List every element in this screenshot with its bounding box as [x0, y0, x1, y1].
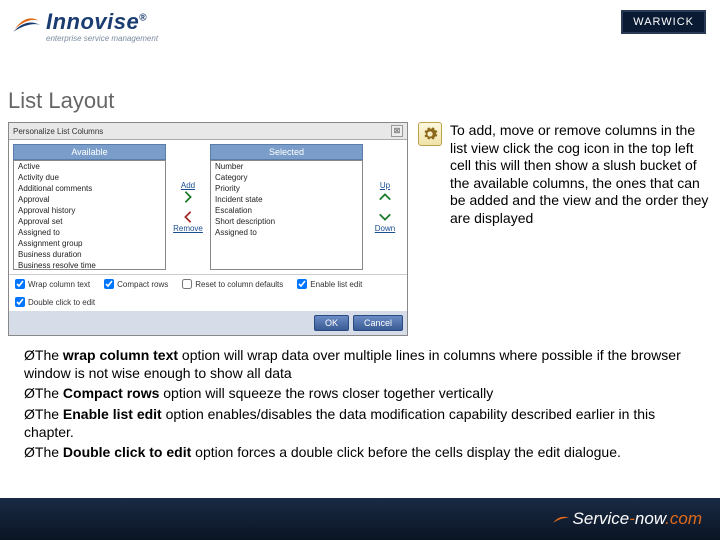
- reset-defaults-checkbox[interactable]: Reset to column defaults: [182, 279, 283, 289]
- brand-name: Innovise®: [46, 9, 147, 35]
- cancel-button[interactable]: Cancel: [353, 315, 403, 331]
- list-item[interactable]: Short description: [211, 216, 362, 227]
- compact-rows-checkbox[interactable]: Compact rows: [104, 279, 168, 289]
- tagline: enterprise service management: [46, 34, 708, 43]
- list-item[interactable]: Business duration: [14, 249, 165, 260]
- servicenow-logo: Service-now.com: [573, 509, 702, 529]
- brand-logo: Innovise®: [12, 8, 708, 36]
- dialog-footer: OK Cancel: [9, 311, 407, 335]
- list-item[interactable]: Number: [211, 161, 362, 172]
- chevron-left-icon: [181, 210, 195, 224]
- chevron-right-icon: [181, 190, 195, 204]
- warwick-badge: WARWICK: [621, 10, 706, 34]
- list-item[interactable]: Approval: [14, 194, 165, 205]
- double-click-edit-checkbox[interactable]: Double click to edit: [15, 297, 95, 307]
- side-panel: To add, move or remove columns in the li…: [418, 122, 712, 336]
- ok-button[interactable]: OK: [314, 315, 349, 331]
- close-icon[interactable]: ⊠: [391, 125, 403, 137]
- side-description: To add, move or remove columns in the li…: [450, 122, 712, 227]
- available-header: Available: [13, 144, 166, 160]
- list-item[interactable]: Escalation: [211, 205, 362, 216]
- bullet-1: ØThe wrap column text option will wrap d…: [24, 346, 696, 382]
- list-item[interactable]: Additional comments: [14, 183, 165, 194]
- list-item[interactable]: Activity due: [14, 172, 165, 183]
- gear-icon: [418, 122, 442, 146]
- list-item[interactable]: Category: [211, 172, 362, 183]
- list-item[interactable]: Priority: [211, 183, 362, 194]
- bullet-list: ØThe wrap column text option will wrap d…: [0, 336, 720, 473]
- swoosh-icon: [12, 8, 40, 36]
- bullet-4: ØThe Double click to edit option forces …: [24, 443, 696, 461]
- list-item[interactable]: Incident state: [211, 194, 362, 205]
- list-item[interactable]: Assigned to: [14, 227, 165, 238]
- list-item[interactable]: Assignment group: [14, 238, 165, 249]
- personalize-dialog: Personalize List Columns ⊠ Available Act…: [8, 122, 408, 336]
- list-item[interactable]: Approval history: [14, 205, 165, 216]
- list-item[interactable]: Business resolve time: [14, 260, 165, 270]
- page-title: List Layout: [0, 60, 720, 122]
- selected-listbox[interactable]: NumberCategoryPriorityIncident stateEsca…: [210, 160, 363, 270]
- list-item[interactable]: Approval set: [14, 216, 165, 227]
- dialog-titlebar: Personalize List Columns ⊠: [9, 123, 407, 140]
- up-button[interactable]: Up: [367, 181, 403, 204]
- swoosh-icon: [551, 509, 571, 529]
- list-item[interactable]: Active: [14, 161, 165, 172]
- bullet-3: ØThe Enable list edit option enables/dis…: [24, 405, 696, 441]
- down-button[interactable]: Down: [367, 210, 403, 233]
- dialog-options: Wrap column text Compact rows Reset to c…: [9, 274, 407, 311]
- list-item[interactable]: Assigned to: [211, 227, 362, 238]
- slide-header: Innovise® enterprise service management …: [0, 0, 720, 60]
- remove-button[interactable]: Remove: [170, 210, 206, 233]
- slide-footer: Service-now.com: [0, 498, 720, 540]
- selected-header: Selected: [210, 144, 363, 160]
- dialog-title-text: Personalize List Columns: [13, 127, 103, 136]
- add-button[interactable]: Add: [170, 181, 206, 204]
- available-listbox[interactable]: ActiveActivity dueAdditional commentsApp…: [13, 160, 166, 270]
- wrap-column-checkbox[interactable]: Wrap column text: [15, 279, 90, 289]
- bullet-2: ØThe Compact rows option will squeeze th…: [24, 384, 696, 402]
- enable-list-edit-checkbox[interactable]: Enable list edit: [297, 279, 362, 289]
- chevron-down-icon: [378, 210, 392, 224]
- chevron-up-icon: [378, 190, 392, 204]
